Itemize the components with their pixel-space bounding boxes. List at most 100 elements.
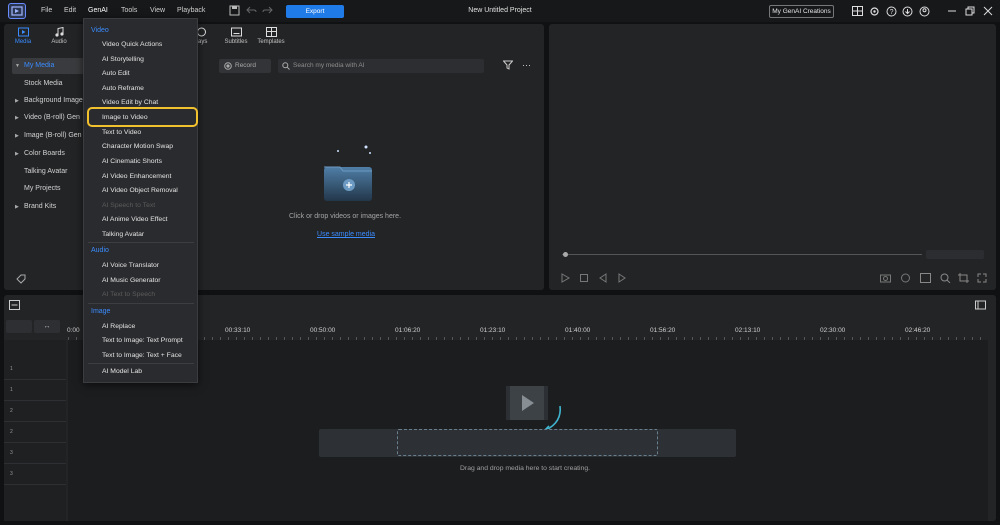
menu-item-ai-cinematic-shorts[interactable]: AI Cinematic Shorts bbox=[102, 158, 162, 165]
menu-item-ai-model-lab[interactable]: AI Model Lab bbox=[102, 368, 142, 375]
record-label: Record bbox=[235, 62, 256, 69]
menu-item-ai-speech-to-text: AI Speech to Text bbox=[102, 202, 156, 209]
sidebar-item-brand-kits[interactable]: ▶ Brand Kits bbox=[12, 199, 86, 215]
media-folder-icon bbox=[320, 143, 376, 203]
snapshot-icon[interactable] bbox=[880, 273, 891, 283]
menu-item-text-to-image-text-prompt[interactable]: Text to Image: Text Prompt bbox=[102, 337, 183, 344]
menu-edit[interactable]: Edit bbox=[64, 7, 76, 14]
menu-item-ai-storytelling[interactable]: AI Storytelling bbox=[102, 56, 144, 63]
sidebar-item-my-projects[interactable]: My Projects bbox=[12, 181, 86, 197]
sidebar-item-color-boards[interactable]: ▶ Color Boards bbox=[12, 146, 86, 162]
export-button[interactable]: Export bbox=[286, 5, 344, 18]
image-to-video-highlight bbox=[87, 107, 198, 127]
track-manager-button[interactable] bbox=[6, 320, 32, 333]
undo-icon[interactable] bbox=[246, 6, 257, 15]
play-icon[interactable] bbox=[560, 273, 570, 283]
menu-item-ai-music-generator[interactable]: AI Music Generator bbox=[102, 277, 161, 284]
ruler-label: 02:46:20 bbox=[905, 327, 931, 334]
gear-icon[interactable] bbox=[869, 6, 880, 17]
menu-item-auto-reframe[interactable]: Auto Reframe bbox=[102, 85, 144, 92]
timeline-settings-icon[interactable] bbox=[975, 300, 986, 310]
timecode-display bbox=[926, 250, 984, 259]
sidebar-item-label: Background Image bbox=[24, 97, 83, 104]
tab-audio[interactable]: Audio bbox=[41, 27, 77, 45]
filter-icon[interactable] bbox=[503, 60, 513, 70]
menu-section-audio: Audio bbox=[91, 247, 109, 254]
menu-tools[interactable]: Tools bbox=[121, 7, 137, 14]
media-search-input[interactable]: Search my media with AI bbox=[278, 59, 484, 73]
menu-item-ai-voice-translator[interactable]: AI Voice Translator bbox=[102, 262, 159, 269]
my-genai-creations-button[interactable]: My GenAI Creations bbox=[769, 5, 834, 18]
redo-icon[interactable] bbox=[262, 6, 273, 15]
fit-timeline-icon[interactable]: ↔ bbox=[34, 320, 60, 333]
menu-item-ai-video-object-removal[interactable]: AI Video Object Removal bbox=[102, 187, 178, 194]
menu-view[interactable]: View bbox=[150, 7, 165, 14]
record-dropdown[interactable]: Record bbox=[219, 59, 271, 73]
media-drop-hint: Click or drop videos or images here. bbox=[288, 213, 402, 220]
menu-section-video: Video bbox=[91, 27, 109, 34]
sidebar-item-video-broll-gen[interactable]: ▶ Video (B-roll) Gen bbox=[12, 110, 86, 126]
menu-item-text-to-image-text-face[interactable]: Text to Image: Text + Face bbox=[102, 352, 182, 359]
menu-genai[interactable]: GenAI bbox=[88, 7, 108, 14]
menu-separator bbox=[88, 242, 194, 243]
help-icon[interactable]: ? bbox=[886, 6, 897, 17]
stop-icon[interactable] bbox=[579, 273, 589, 283]
menu-item-video-edit-by-chat[interactable]: Video Edit by Chat bbox=[102, 99, 158, 106]
ruler-label: 00:33:10 bbox=[225, 327, 251, 334]
timeline-drop-zone[interactable] bbox=[397, 429, 658, 456]
use-sample-media-link[interactable]: Use sample media bbox=[310, 231, 382, 238]
account-icon[interactable] bbox=[919, 6, 930, 17]
menu-item-ai-video-enhancement[interactable]: AI Video Enhancement bbox=[102, 173, 171, 180]
preview-playhead[interactable] bbox=[563, 252, 568, 257]
save-icon[interactable] bbox=[229, 5, 240, 16]
tab-templates[interactable]: Templates bbox=[253, 27, 289, 45]
tab-templates-label: Templates bbox=[257, 39, 285, 45]
ruler-label: 02:30:00 bbox=[820, 327, 846, 334]
preview-scrubber[interactable] bbox=[562, 254, 922, 255]
menu-item-auto-edit[interactable]: Auto Edit bbox=[102, 70, 130, 77]
expand-arrow-icon: ▶ bbox=[15, 115, 19, 121]
sidebar-item-background-image[interactable]: ▶ Background Image bbox=[12, 93, 86, 109]
minimize-icon[interactable] bbox=[947, 6, 957, 16]
sidebar-item-image-broll-gen[interactable]: ▶ Image (B-roll) Gen bbox=[12, 128, 86, 144]
expand-arrow-icon: ▶ bbox=[15, 133, 19, 139]
menu-item-video-quick-actions[interactable]: Video Quick Actions bbox=[102, 41, 162, 48]
crop-icon[interactable] bbox=[958, 273, 969, 283]
sidebar-item-label: Stock Media bbox=[24, 80, 63, 87]
tab-subtitles-label: Subtitles bbox=[224, 39, 248, 45]
layout-icon[interactable] bbox=[852, 6, 863, 16]
timeline-toggle-icon[interactable] bbox=[9, 300, 20, 310]
tag-icon[interactable] bbox=[16, 274, 26, 284]
menu-playback[interactable]: Playback bbox=[177, 7, 205, 14]
download-icon[interactable] bbox=[902, 6, 913, 17]
menu-item-text-to-video[interactable]: Text to Video bbox=[102, 129, 141, 136]
tab-subtitles[interactable]: Subtitles bbox=[218, 27, 254, 45]
ai-tools-icon[interactable] bbox=[920, 273, 931, 283]
ruler-label: 02:13:10 bbox=[735, 327, 761, 334]
sidebar-item-talking-avatar[interactable]: Talking Avatar bbox=[12, 164, 86, 180]
menu-item-ai-anime-video-effect[interactable]: AI Anime Video Effect bbox=[102, 216, 168, 223]
menu-item-character-motion-swap[interactable]: Character Motion Swap bbox=[102, 143, 173, 150]
next-frame-icon[interactable] bbox=[617, 273, 627, 283]
menu-item-talking-avatar[interactable]: Talking Avatar bbox=[102, 231, 144, 238]
track-row: 2 bbox=[4, 402, 66, 422]
track-number: 1 bbox=[10, 366, 13, 372]
sidebar-item-my-media[interactable]: ▼ My Media bbox=[12, 58, 86, 74]
fullscreen-icon[interactable] bbox=[977, 273, 987, 283]
menu-item-ai-replace[interactable]: AI Replace bbox=[102, 323, 135, 330]
track-number: 3 bbox=[10, 450, 13, 456]
menu-file[interactable]: File bbox=[41, 7, 52, 14]
previous-frame-icon[interactable] bbox=[598, 273, 608, 283]
sidebar-item-label: Talking Avatar bbox=[24, 168, 68, 175]
restore-icon[interactable] bbox=[965, 6, 975, 16]
close-icon[interactable] bbox=[983, 6, 993, 16]
ruler-label: 01:06:20 bbox=[395, 327, 421, 334]
tab-media[interactable]: Media bbox=[5, 27, 41, 45]
ruler-label: 0:00 bbox=[67, 327, 80, 334]
menu-item-ai-text-to-speech: AI Text to Speech bbox=[102, 291, 156, 298]
track-row: 2 bbox=[4, 423, 66, 443]
zoom-icon[interactable] bbox=[940, 273, 951, 283]
preview-quality-icon[interactable] bbox=[900, 273, 911, 283]
more-options-icon[interactable]: ⋯ bbox=[522, 60, 531, 71]
sidebar-item-stock-media[interactable]: Stock Media bbox=[12, 76, 86, 92]
